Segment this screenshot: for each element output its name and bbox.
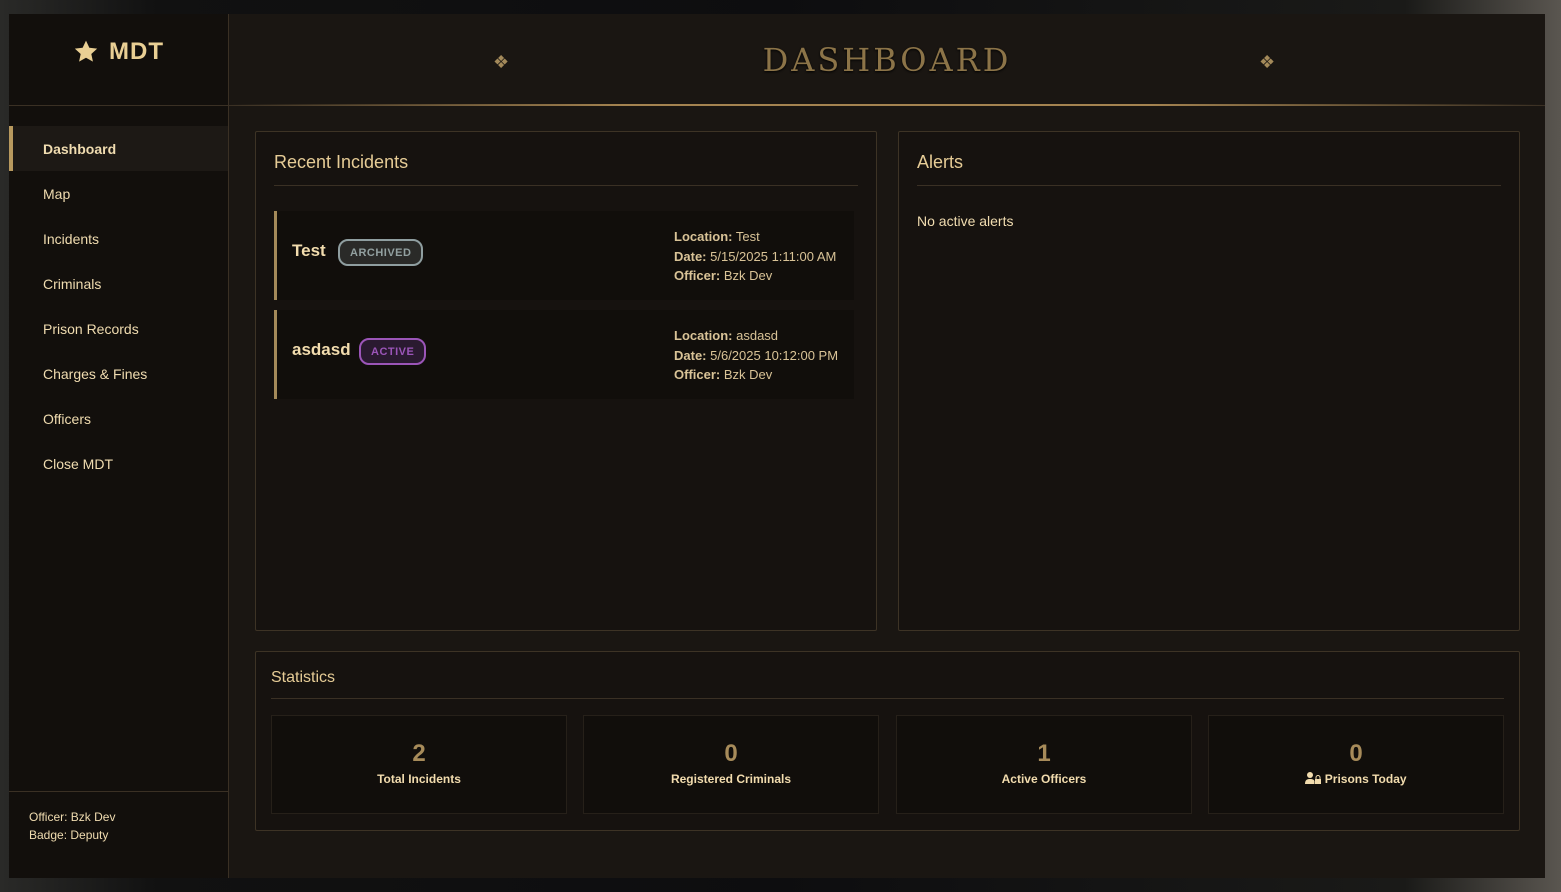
- alerts-empty: No active alerts: [917, 213, 1014, 229]
- incident-meta: Location: asdasd Date: 5/6/2025 10:12:00…: [674, 326, 838, 385]
- officer-info: Officer: Bzk Dev Badge: Deputy: [9, 791, 228, 878]
- stat-label-row: Prisons Today: [1209, 772, 1503, 786]
- stat-label: Registered Criminals: [670, 772, 792, 786]
- user-lock-icon: [1305, 772, 1322, 784]
- meta-label: Location:: [674, 229, 733, 244]
- mdt-window: MDT Dashboard Map Incidents Criminals Pr…: [9, 14, 1545, 878]
- sidebar-item-prison-records[interactable]: Prison Records: [9, 306, 228, 351]
- stat-prisons-today: 0 Prisons Today: [1208, 715, 1504, 814]
- status-badge: ARCHIVED: [338, 239, 424, 266]
- stat-active-officers: 1 Active Officers: [896, 715, 1192, 814]
- panel-title: Alerts: [917, 132, 1501, 186]
- incident-location: Test: [732, 229, 760, 244]
- incident-item[interactable]: asdasd ACTIVE Location: asdasd Date: 5/6…: [274, 310, 854, 399]
- statistics-panel: Statistics 2 Total Incidents 0 Registered …: [255, 651, 1520, 831]
- stat-value: 2: [412, 740, 426, 767]
- meta-label: Officer:: [674, 268, 721, 283]
- panel-title: Statistics: [271, 652, 1504, 699]
- star-icon: [74, 40, 98, 62]
- meta-label: Date:: [674, 248, 707, 264]
- sidebar-item-charges-fines[interactable]: Charges & Fines: [9, 351, 228, 396]
- meta-label: Officer:: [674, 367, 721, 382]
- incident-date: 5/15/2025 1:11:00 AM: [706, 248, 837, 264]
- sidebar: MDT Dashboard Map Incidents Criminals Pr…: [9, 14, 229, 878]
- stat-label: Prisons Today: [1324, 772, 1407, 786]
- stat-value: 0: [1349, 740, 1363, 767]
- sidebar-item-criminals[interactable]: Criminals: [9, 261, 228, 306]
- logo: MDT: [9, 14, 228, 106]
- header: ❖ DASHBOARD ❖: [229, 14, 1545, 106]
- stat-label: Total Incidents: [377, 772, 461, 786]
- incident-item[interactable]: Test ARCHIVED Location: Test Date: 5/15/…: [274, 211, 854, 300]
- sidebar-item-dashboard[interactable]: Dashboard: [9, 126, 228, 171]
- diamond-icon: ❖: [493, 52, 510, 72]
- incident-date: 5/6/2025 10:12:00 PM: [706, 347, 839, 363]
- meta-label: Date:: [674, 347, 707, 363]
- sidebar-item-officers[interactable]: Officers: [9, 396, 228, 441]
- stat-total-incidents: 2 Total Incidents: [271, 715, 567, 814]
- officer-name: Officer: Bzk Dev: [29, 810, 116, 824]
- stat-registered-criminals: 0 Registered Criminals: [583, 715, 879, 814]
- alerts-panel: Alerts No active alerts: [898, 131, 1520, 631]
- incident-location: asdasd: [732, 328, 779, 343]
- incident-officer: Bzk Dev: [720, 268, 773, 283]
- recent-incidents-panel: Recent Incidents Test ARCHIVED Location:…: [255, 131, 877, 631]
- incident-meta: Location: Test Date: 5/15/2025 1:11:00 A…: [674, 227, 836, 286]
- stat-label: Active Officers: [1001, 772, 1087, 786]
- stat-value: 0: [724, 740, 738, 767]
- officer-badge: Badge: Deputy: [29, 828, 109, 842]
- incident-officer: Bzk Dev: [720, 367, 773, 382]
- incident-title: asdasd: [292, 340, 351, 359]
- panel-title: Recent Incidents: [274, 132, 858, 186]
- main-content: ❖ DASHBOARD ❖ Recent Incidents Test ARCH…: [229, 14, 1545, 878]
- sidebar-nav: Dashboard Map Incidents Criminals Prison…: [9, 126, 228, 486]
- status-badge: ACTIVE: [359, 338, 427, 365]
- logo-text: MDT: [109, 37, 164, 65]
- sidebar-item-close-mdt[interactable]: Close MDT: [9, 441, 228, 486]
- sidebar-item-map[interactable]: Map: [9, 171, 228, 216]
- page-title: DASHBOARD: [762, 40, 1012, 79]
- incident-title: Test: [292, 241, 326, 260]
- meta-label: Location:: [674, 328, 733, 343]
- diamond-icon: ❖: [1259, 52, 1276, 72]
- stat-value: 1: [1037, 740, 1051, 767]
- sidebar-item-incidents[interactable]: Incidents: [9, 216, 228, 261]
